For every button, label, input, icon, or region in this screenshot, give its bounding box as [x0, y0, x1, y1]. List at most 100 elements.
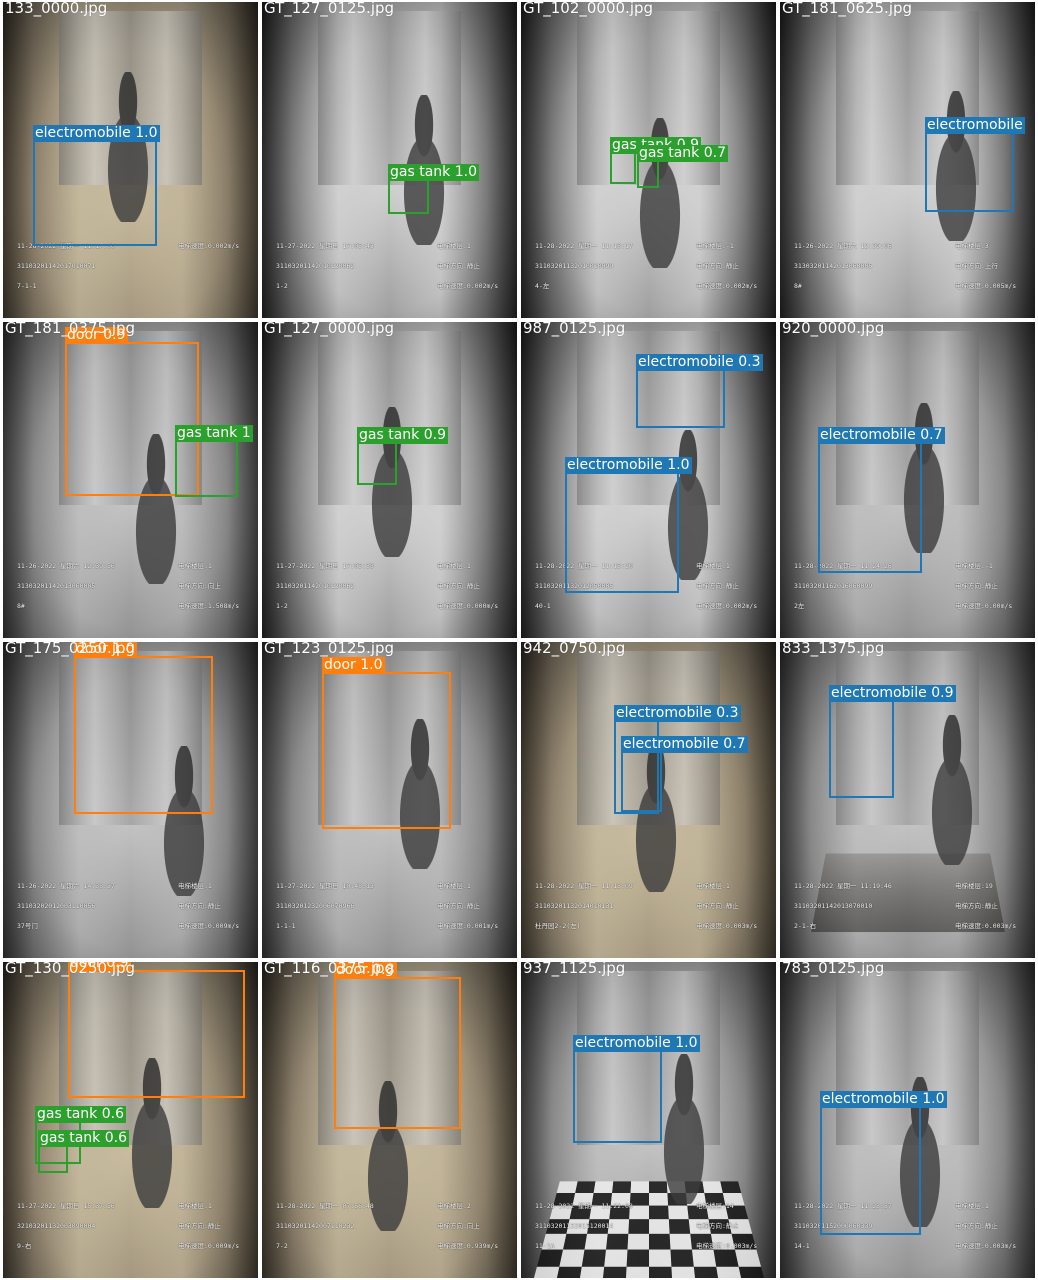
gas-tank-bounding-box: gas tank 0.6: [38, 1130, 129, 1173]
image-filename-caption: 133_0000.jpg: [5, 2, 108, 17]
osd-text: 31103202012003110056: [17, 902, 96, 910]
image-filename-caption: GT_130_0250.jpg: [5, 962, 136, 977]
image-filename-caption: GT_127_0125.jpg: [264, 2, 395, 17]
detection-label: electromobile 1.0: [33, 125, 160, 142]
detection-tile: 11-28-2022 星期一 11:22:08 31103201132015120…: [521, 962, 776, 1278]
osd-text: 31103201132015120014: [535, 1222, 614, 1230]
osd-text: 11-28-2022 星期一 11:16:17: [535, 242, 633, 250]
osd-text: 31103201142007110232: [276, 1222, 355, 1230]
detection-label: electromobile 0.7: [818, 427, 945, 444]
osd-text: 电梯方向:静止: [955, 1222, 998, 1230]
image-filename-caption: 937_1125.jpg: [523, 962, 626, 977]
osd-text: 31103201142010120062: [276, 262, 355, 270]
detection-tile: 11-27-2022 星期日 15:37:56 32103201132003090…: [3, 962, 258, 1278]
osd-text: 电梯方向:上行: [955, 262, 998, 270]
electromobile-bounding-box: electromobile 0.7: [818, 427, 945, 573]
osd-text: 9-右: [17, 1242, 32, 1250]
osd-text: 31103201132010010099: [535, 262, 614, 270]
osd-text: 电梯方向:静止: [696, 262, 739, 270]
detection-label: electromobile 1.0: [573, 1035, 700, 1052]
osd-text: 电梯楼层:-1: [955, 562, 993, 570]
osd-text: 电梯方向:向上: [178, 582, 221, 590]
osd-text: 电梯速度:0.003m/s: [696, 922, 758, 930]
detection-label: gas tank 0.9: [357, 427, 448, 444]
osd-text: 电梯速度:0.009m/s: [178, 1242, 240, 1250]
osd-text: 电梯速度:0.002m/s: [437, 282, 499, 290]
osd-text: 40-1: [535, 602, 551, 610]
person-silhouette: [917, 715, 987, 865]
osd-text: 11-27-2022 星期日 15:37:56: [17, 1202, 115, 1210]
osd-text: 电梯方向:静止: [437, 902, 480, 910]
osd-text: 31303201142013060005: [17, 582, 96, 590]
osd-text: 32103201132003090004: [17, 1222, 96, 1230]
electromobile-bounding-box: electromobile 1.0: [565, 457, 692, 593]
electromobile-bounding-box: electromobile 1.0: [820, 1091, 947, 1235]
osd-text: 电梯方向:静止: [955, 902, 998, 910]
detection-tile: 11-28-2022 星期一 11:13:09 31103201132014010…: [521, 642, 776, 958]
door-bounding-box: door 0.8: [334, 962, 461, 1129]
detection-label: electromobile 0.3: [614, 705, 741, 722]
osd-text: 电梯速度:0.005m/s: [955, 282, 1017, 290]
detection-tile: 11-26-2022 星期六 12:39:06 31303201142013060…: [780, 2, 1035, 318]
osd-text: 电梯速度:0.002m/s: [696, 282, 758, 290]
osd-text: 37号门: [17, 922, 38, 930]
detection-label: gas tank 0.6: [38, 1130, 129, 1147]
osd-text: 电梯方向:静止: [437, 582, 480, 590]
detection-tile: 11-28-2022 星期一 11:24:26 31103201162016060…: [780, 322, 1035, 638]
detection-label: gas tank 0.7: [637, 145, 728, 162]
electromobile-bounding-box: electromobile 0.7: [621, 736, 748, 812]
osd-text: 电梯楼层:19: [955, 882, 993, 890]
door-bounding-box: door 0.9: [68, 962, 245, 1098]
door-bounding-box: door 1.0: [74, 642, 213, 814]
electromobile-bounding-box: electromobile 0.9: [829, 685, 956, 798]
detection-label: electromobile 0.7: [621, 736, 748, 753]
detection-tile: 11-28-2022 星期一 11:17:00 31103201142017010…: [3, 2, 258, 318]
detection-label: electromobile 0.9: [829, 685, 956, 702]
detection-label: gas tank 1: [175, 425, 253, 442]
detection-tile: 11-28-2022 星期一 11:16:17 31103201132010010…: [521, 2, 776, 318]
detection-label: electromobile 1.0: [565, 457, 692, 474]
osd-text: 电梯速度:0.002m/s: [696, 602, 758, 610]
image-filename-caption: GT_123_0125.jpg: [264, 642, 395, 657]
osd-text: 电梯楼层:1: [955, 1202, 989, 1210]
image-filename-caption: GT_175_0250.jpg: [5, 642, 136, 657]
osd-text: 1-2: [276, 282, 288, 290]
osd-text: 电梯方向:向上: [437, 1222, 480, 1230]
detection-tile: 11-27-2022 星期日 17:05:43 31103201142010120…: [262, 2, 517, 318]
osd-text: 电梯方向:静止: [178, 902, 221, 910]
osd-text: 14-1: [794, 1242, 810, 1250]
osd-text: 电梯楼层:1: [437, 882, 471, 890]
gas-tank-bounding-box: gas tank 0.9: [357, 427, 448, 485]
detection-label: door 1.0: [322, 657, 385, 674]
detection-label: electromobile 1.0: [820, 1091, 947, 1108]
osd-text: 电梯速度:0.003m/s: [955, 1242, 1017, 1250]
osd-text: 2-1-右: [794, 922, 817, 930]
osd-text: 电梯方向:静止: [696, 902, 739, 910]
gas-tank-bounding-box: gas tank 1.0: [388, 164, 479, 214]
osd-text: 电梯楼层:1: [437, 562, 471, 570]
detection-tile: 11-26-2022 星期六 14:38:37 31103202012003110…: [3, 642, 258, 958]
osd-text: 4-左: [535, 282, 550, 290]
osd-text: 11-28-2022 星期一 11:19:46: [794, 882, 892, 890]
image-filename-caption: 942_0750.jpg: [523, 642, 626, 657]
detection-tile: 11-27-2022 星期日 10:48:13 31103201232006070…: [262, 642, 517, 958]
osd-text: 电梯楼层:1: [178, 562, 212, 570]
osd-text: 7-1-1: [17, 282, 37, 290]
detection-tile: 11-28-2022 星期一 11:15:20 31103201132012050…: [521, 322, 776, 638]
osd-text: 11-28-2022 星期一 11:22:08: [535, 1202, 633, 1210]
osd-text: 11-27-2022 星期日 17:05:43: [276, 242, 374, 250]
osd-text: 电梯速度:0.009m/s: [178, 922, 240, 930]
osd-text: 电梯速度:1.508m/s: [178, 602, 240, 610]
gas-tank-bounding-box: gas tank 1: [175, 425, 253, 497]
image-filename-caption: GT_102_0000.jpg: [523, 2, 654, 17]
osd-text: 电梯楼层:1: [178, 1202, 212, 1210]
osd-text: 31103201142010120062: [276, 582, 355, 590]
image-filename-caption: 783_0125.jpg: [782, 962, 885, 977]
detection-tile: 11-28-2022 星期一 11:19:46 31103201142013070…: [780, 642, 1035, 958]
detection-label: gas tank 0.6: [35, 1106, 126, 1123]
osd-text: 电梯速度:0.00m/s: [955, 602, 1013, 610]
osd-text: 电梯速度:0.002m/s: [178, 242, 240, 250]
osd-text: 电梯楼层:-1: [696, 242, 734, 250]
osd-text: 11-27-2022 星期日 17:05:38: [276, 562, 374, 570]
door-bounding-box: door 1.0: [322, 657, 451, 829]
